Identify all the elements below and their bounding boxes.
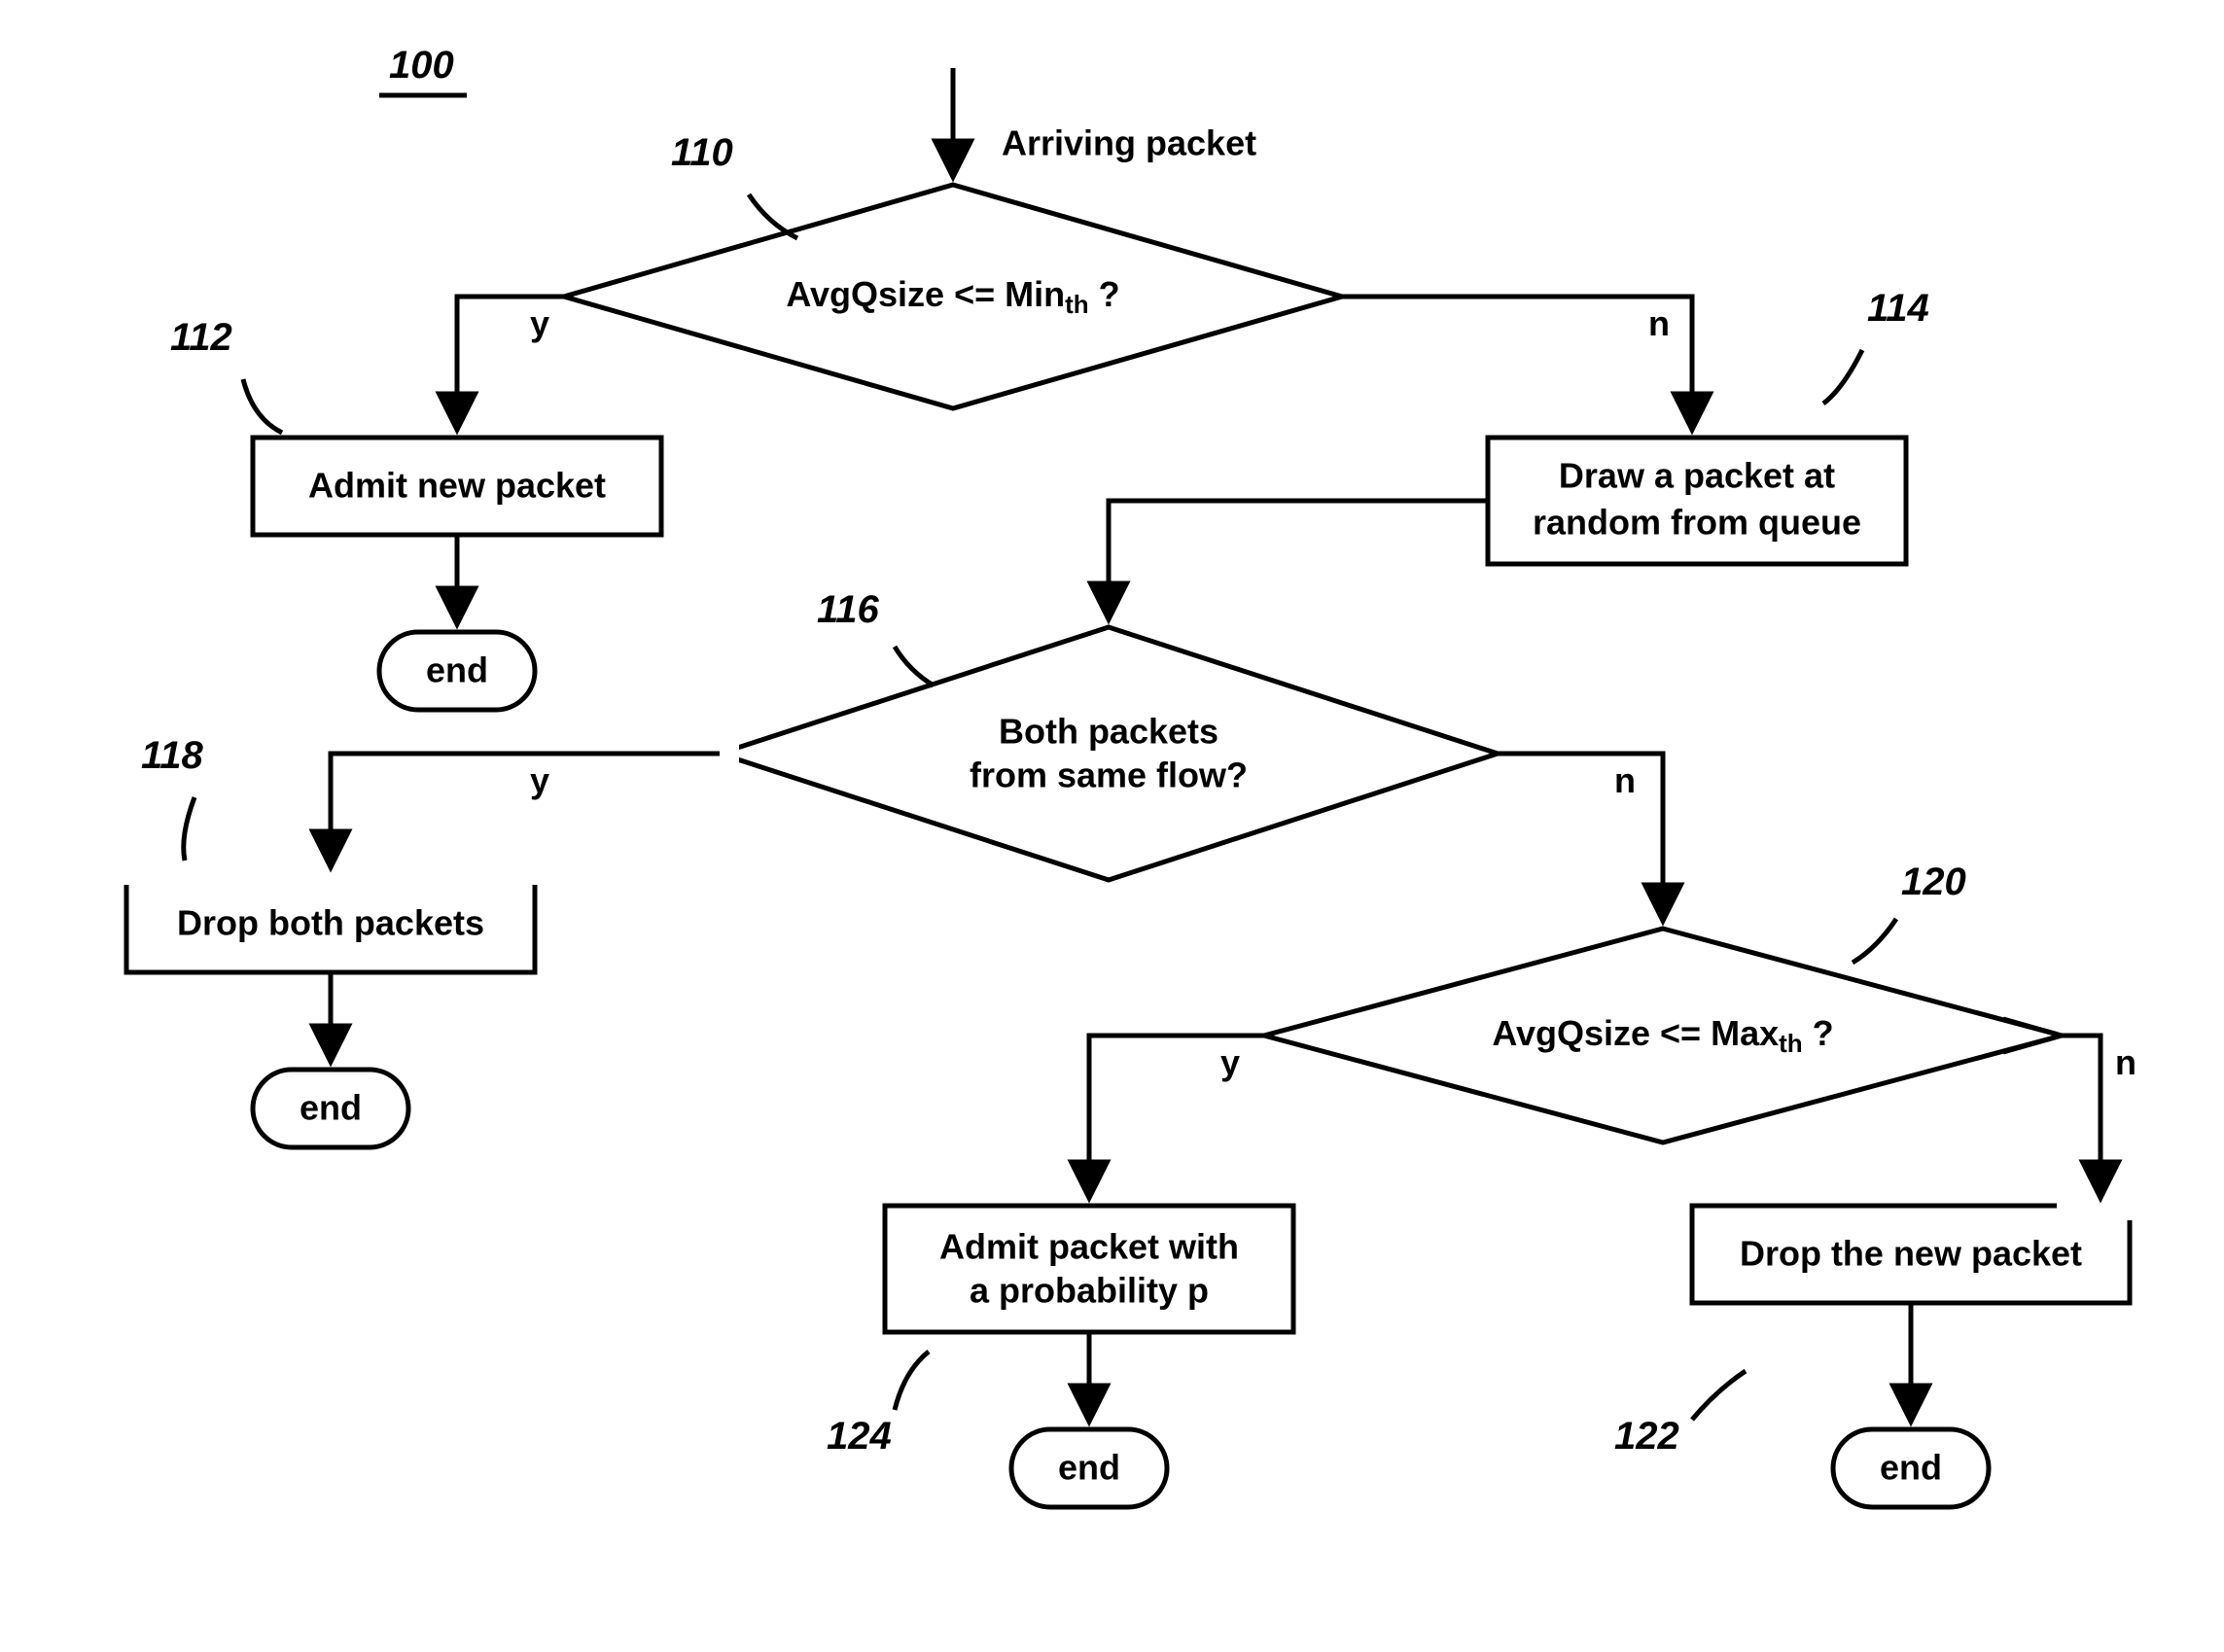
process-124: Admit packet with a probability p: [885, 1206, 1293, 1332]
ref-114-curve: [1823, 350, 1862, 404]
edge-114-116: [1109, 501, 1488, 617]
terminator-118: end: [253, 1070, 408, 1147]
svg-text:end: end: [1058, 1448, 1120, 1488]
process-112: Admit new packet: [253, 438, 661, 535]
ref-124-curve: [895, 1352, 929, 1410]
svg-text:from same flow?: from same flow?: [970, 756, 1248, 795]
label-116-yes-final: y: [530, 760, 549, 800]
process-114: Draw a packet at random from queue: [1488, 438, 1906, 564]
ref-112: 112: [170, 316, 232, 359]
decision-120: AvgQsize <= Maxth ?: [1264, 929, 2062, 1142]
ref-112-curve: [243, 379, 282, 433]
ref-116-curve: [895, 647, 934, 685]
ref-110: 110: [671, 131, 733, 174]
label-120-no-redraw: n: [2115, 1042, 2136, 1082]
terminator-112: end: [379, 632, 535, 710]
label-110-yes: y: [530, 303, 549, 343]
svg-text:end: end: [1880, 1448, 1942, 1488]
svg-text:end: end: [300, 1088, 362, 1128]
decision-110: AvgQsize <= Minth ?: [564, 185, 1342, 408]
ref-116: 116: [817, 588, 880, 631]
svg-text:Admit packet with: Admit packet with: [939, 1227, 1239, 1267]
ref-124: 124: [827, 1415, 892, 1458]
decision-116: Both packets from same flow?: [720, 627, 1498, 880]
label-120-yes: y: [1220, 1042, 1240, 1082]
terminator-124: end: [1011, 1429, 1167, 1507]
svg-text:Drop both packets: Drop both packets: [177, 903, 484, 943]
svg-text:a probability p: a probability p: [970, 1271, 1209, 1311]
figure-ref-100: 100: [389, 44, 454, 87]
process-118: Drop both packets: [126, 875, 535, 972]
ref-118-redraw: 118: [141, 734, 204, 777]
svg-text:Both packets: Both packets: [999, 712, 1218, 752]
ref-120-curve: [1853, 919, 1896, 963]
ref-120: 120: [1901, 861, 1966, 903]
svg-text:Admit new packet: Admit new packet: [308, 466, 606, 506]
edge-110-no: [1342, 297, 1692, 428]
svg-text:random from queue: random from queue: [1533, 503, 1861, 543]
ref-122-curve: [1692, 1371, 1746, 1420]
terminator-122: end: [1833, 1429, 1989, 1507]
ref-122: 122: [1614, 1415, 1679, 1458]
label-116-no: n: [1614, 760, 1636, 800]
svg-text:Drop the new packet: Drop the new packet: [1740, 1234, 2082, 1274]
label-110-no: n: [1648, 303, 1670, 343]
ref-110-curve: [749, 194, 797, 238]
edge-116-no: [1498, 754, 1663, 919]
svg-text:end: end: [426, 650, 488, 690]
start-label: Arriving packet: [1002, 123, 1256, 163]
svg-text:Draw a packet at: Draw a packet at: [1559, 456, 1835, 496]
ref-114: 114: [1867, 287, 1929, 330]
